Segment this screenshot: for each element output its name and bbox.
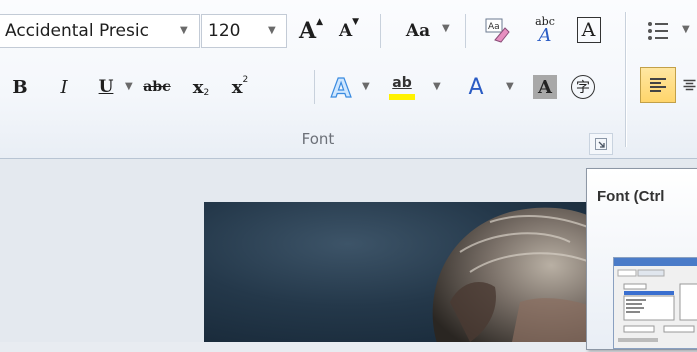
bold-button[interactable]: B xyxy=(6,72,34,102)
font-group-label: Font xyxy=(301,130,335,148)
ribbon: Accidental Presic ▼ 120 ▼ A ▲ A ▼ Aa ▼ A… xyxy=(0,0,697,159)
phonetic-guide-button[interactable]: abc A xyxy=(528,13,562,47)
bullets-button[interactable] xyxy=(640,15,676,47)
enclose-characters-button[interactable]: 字 xyxy=(568,72,598,102)
slide-image xyxy=(204,202,614,342)
character-shading-label: A xyxy=(533,75,557,99)
font-tooltip: Font (Ctrl xyxy=(586,168,697,350)
underline-label: U xyxy=(98,77,114,97)
font-size-value: 120 xyxy=(208,21,241,41)
tooltip-title: Font (Ctrl xyxy=(597,188,665,205)
chevron-down-icon[interactable]: ▼ xyxy=(433,81,441,92)
clear-formatting-button[interactable]: Aa xyxy=(480,13,514,47)
chevron-down-icon[interactable]: ▼ xyxy=(180,15,188,47)
character-border-button[interactable]: A xyxy=(573,14,604,45)
underline-button[interactable]: U xyxy=(92,72,120,102)
align-left-button[interactable] xyxy=(640,67,676,103)
change-case-label: Aa xyxy=(405,21,431,41)
highlight-label: ab xyxy=(392,74,412,91)
enclose-characters-label: 字 xyxy=(571,75,595,99)
shrink-font-button[interactable]: A ▼ xyxy=(334,16,364,46)
grow-font-icon: A xyxy=(299,18,317,44)
font-dialog-preview xyxy=(613,257,697,349)
chevron-down-icon[interactable]: ▼ xyxy=(682,24,690,35)
subscript-label: x xyxy=(192,76,204,98)
text-effects-button[interactable]: A xyxy=(327,70,359,104)
font-name-combo[interactable]: Accidental Presic ▼ xyxy=(0,14,200,48)
svg-text:Aa: Aa xyxy=(488,22,500,32)
subscript-button[interactable]: x2 xyxy=(186,72,216,102)
align-left-icon xyxy=(650,78,666,92)
superscript-label: x xyxy=(231,76,243,98)
superscript-button[interactable]: x2 xyxy=(225,72,255,102)
strikethrough-label: abc xyxy=(143,79,171,95)
grow-font-button[interactable]: A ▲ xyxy=(296,16,326,46)
shrink-font-icon: A xyxy=(338,21,353,41)
bullets-icon xyxy=(648,22,668,40)
highlight-button[interactable]: ab xyxy=(385,70,419,104)
chevron-down-icon[interactable]: ▼ xyxy=(268,15,276,47)
font-name-value: Accidental Presic xyxy=(5,21,149,41)
font-color-button[interactable]: A xyxy=(461,70,491,104)
chevron-down-icon[interactable]: ▼ xyxy=(125,81,133,92)
svg-text:A: A xyxy=(331,74,351,101)
font-color-label: A xyxy=(468,74,484,100)
dialog-preview-art xyxy=(614,258,697,342)
font-size-combo[interactable]: 120 ▼ xyxy=(201,14,287,48)
strikethrough-button[interactable]: abc xyxy=(139,72,175,102)
slide-photo-art xyxy=(432,207,614,342)
font-dialog-launcher[interactable] xyxy=(589,133,613,155)
character-border-label: A xyxy=(576,16,601,43)
italic-label: I xyxy=(60,76,68,98)
italic-button[interactable]: I xyxy=(50,72,78,102)
highlight-color-bar xyxy=(389,93,415,100)
change-case-button[interactable]: Aa xyxy=(398,16,438,46)
bold-label: B xyxy=(12,76,28,98)
chevron-down-icon[interactable]: ▼ xyxy=(442,23,450,34)
chevron-down-icon[interactable]: ▼ xyxy=(506,81,514,92)
character-shading-button[interactable]: A xyxy=(531,72,559,102)
text-effects-icon: A xyxy=(330,73,351,101)
align-center-icon xyxy=(683,79,696,91)
phonetic-bottom-label: A xyxy=(538,24,552,46)
dialog-launcher-icon xyxy=(595,138,607,150)
align-center-button[interactable] xyxy=(682,67,697,103)
clear-formatting-icon: Aa xyxy=(485,18,510,43)
chevron-down-icon[interactable]: ▼ xyxy=(362,81,370,92)
